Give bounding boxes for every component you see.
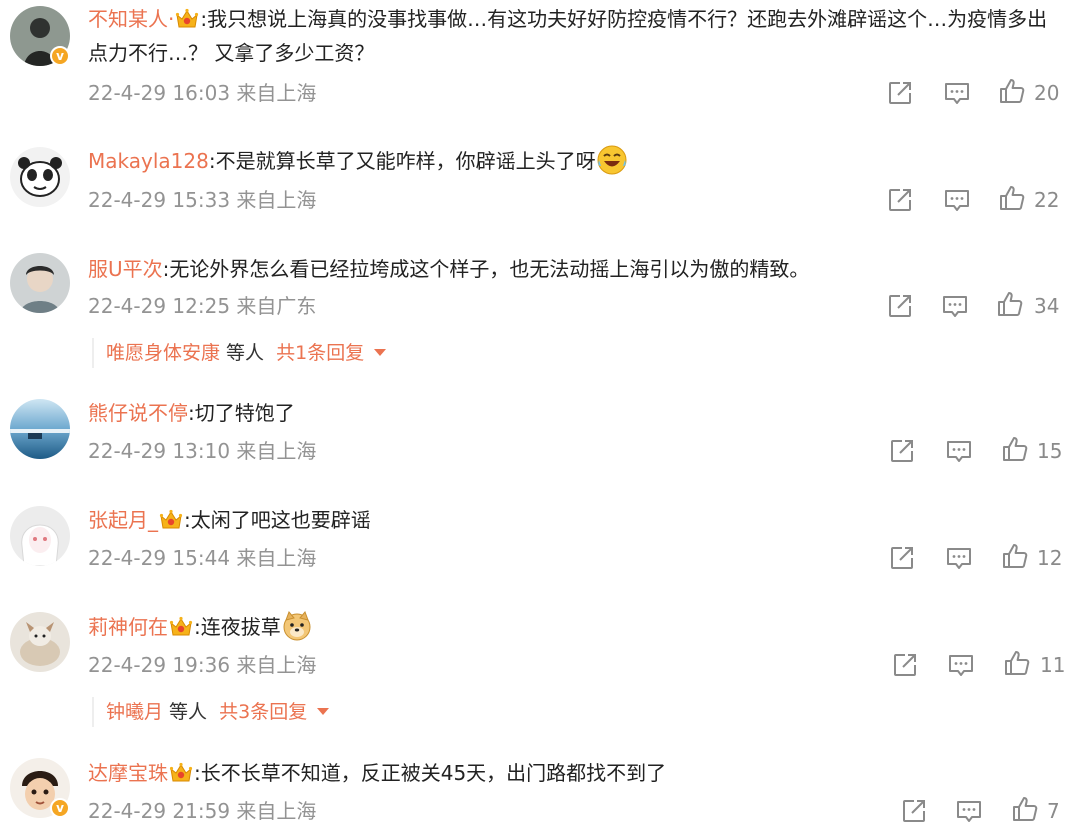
comment-location: 来自上海 [236,546,317,570]
reply-summary[interactable]: 唯愿身体安康 等人 共1条回复 [92,338,387,368]
comment-location: 来自上海 [236,799,317,823]
crown-badge-icon [169,762,193,784]
comment-body: :太闲了吧这也要辟谣 [184,508,371,532]
share-icon[interactable] [888,544,916,574]
comment-time: 22-4-29 16:03 [88,81,231,105]
username-link[interactable]: 莉神何在 [88,615,168,639]
comment-time: 22-4-29 15:44 [88,546,231,570]
comment-location: 来自上海 [236,439,317,463]
comment-meta: 22-4-29 16:03 来自上海 [88,78,316,108]
comment-body: :不是就算长草了又能咋样，你辟谣上头了呀 [208,149,596,173]
comment-meta: 22-4-29 15:33 来自上海 [88,185,316,215]
comment-location: 来自广东 [236,294,317,318]
username-link[interactable]: 服U平次 [88,257,163,281]
laughing-crying-emoji-icon [597,145,627,175]
comment-location: 来自上海 [236,81,317,105]
thumbs-up-icon[interactable] [998,77,1026,107]
share-icon[interactable] [888,437,916,467]
share-icon[interactable] [886,292,914,322]
reply-username[interactable]: 钟曦月 [106,701,163,723]
comment-text: Makayla128:不是就算长草了又能咋样，你辟谣上头了呀 [88,144,1063,178]
like-count: 12 [1037,546,1063,570]
comment-icon[interactable] [947,651,975,681]
comment-text: 服U平次:无论外界怎么看已经拉垮成这个样子，也无法动摇上海引以为傲的精致。 [88,252,1063,286]
comment-icon[interactable] [943,79,971,109]
thumbs-up-icon[interactable] [1011,795,1039,825]
reply-others: 等人 [163,701,214,723]
comment-meta: 22-4-29 21:59 来自上海 [88,796,316,826]
crown-badge-icon [159,509,183,531]
comment-time: 22-4-29 15:33 [88,188,231,212]
comment-body: :我只想说上海真的没事找事做…有这功夫好好防控疫情不行？还跑去外滩辟谣这个…为疫… [88,7,1048,65]
comment-icon[interactable] [943,186,971,216]
reply-others: 等人 [220,342,271,364]
share-icon[interactable] [886,79,914,109]
comment-icon[interactable] [945,437,973,467]
comment-meta: 22-4-29 15:44 来自上海 [88,543,316,573]
thumbs-up-icon[interactable] [1001,435,1029,465]
like-count: 34 [1034,294,1060,318]
verified-badge-icon: v [50,798,70,818]
comment-meta: 22-4-29 13:10 来自上海 [88,436,316,466]
like-count: 11 [1040,653,1066,677]
like-count: 15 [1037,439,1063,463]
share-icon[interactable] [886,186,914,216]
comment-icon[interactable] [955,797,983,827]
reply-total[interactable]: 共3条回复 [219,701,307,723]
reply-total[interactable]: 共1条回复 [276,342,364,364]
comment-body: :连夜拔草 [194,615,281,639]
comment-body: :无论外界怎么看已经拉垮成这个样子，也无法动摇上海引以为傲的精致。 [162,257,810,281]
comment-time: 22-4-29 21:59 [88,799,231,823]
username-link[interactable]: Makayla128 [88,149,209,173]
avatar[interactable] [10,399,70,459]
comment-text: 张起月_ :太闲了吧这也要辟谣 [88,503,1063,537]
avatar[interactable] [10,612,70,672]
comment-text: 熊仔说不停:切了特饱了 [88,396,1063,430]
share-icon[interactable] [891,651,919,681]
crown-badge-icon [175,8,199,30]
comment-text: 不知某人·:我只想说上海真的没事找事做…有这功夫好好防控疫情不行？还跑去外滩辟谣… [88,2,1063,70]
comment-meta: 22-4-29 19:36 来自上海 [88,650,316,680]
comment-time: 22-4-29 19:36 [88,653,231,677]
comment-time: 22-4-29 13:10 [88,439,231,463]
comment-time: 22-4-29 12:25 [88,294,231,318]
comment-icon[interactable] [945,544,973,574]
avatar[interactable] [10,506,70,566]
comment-location: 来自上海 [236,653,317,677]
username-link[interactable]: 达摩宝珠 [88,761,168,785]
share-icon[interactable] [900,797,928,827]
comment-body: :长不长草不知道，反正被关45天，出门路都找不到了 [194,761,667,785]
chevron-down-icon[interactable] [374,349,387,356]
crown-badge-icon [169,616,193,638]
comment-text: 莉神何在 :连夜拔草 [88,610,1063,644]
like-count: 20 [1034,81,1060,105]
comment-location: 来自上海 [236,188,317,212]
comment-meta: 22-4-29 12:25 来自广东 [88,291,316,321]
like-count: 7 [1047,799,1060,823]
thumbs-up-icon[interactable] [998,184,1026,214]
avatar[interactable] [10,147,70,207]
thumbs-up-icon[interactable] [996,290,1024,320]
chevron-down-icon[interactable] [317,708,330,715]
thumbs-up-icon[interactable] [1003,649,1031,679]
reply-username[interactable]: 唯愿身体安康 [106,342,220,364]
username-link[interactable]: 张起月_ [88,508,158,532]
verified-badge-icon: v [50,46,70,66]
doge-emoji-icon [283,611,311,641]
comment-body: :切了特饱了 [188,401,295,425]
like-count: 22 [1034,188,1060,212]
reply-summary[interactable]: 钟曦月 等人 共3条回复 [92,697,330,727]
thumbs-up-icon[interactable] [1001,542,1029,572]
username-link[interactable]: 熊仔说不停 [88,401,188,425]
comment-icon[interactable] [941,292,969,322]
username-link[interactable]: 不知某人· [88,7,174,31]
avatar[interactable] [10,253,70,313]
comment-text: 达摩宝珠 :长不长草不知道，反正被关45天，出门路都找不到了 [88,756,1063,790]
